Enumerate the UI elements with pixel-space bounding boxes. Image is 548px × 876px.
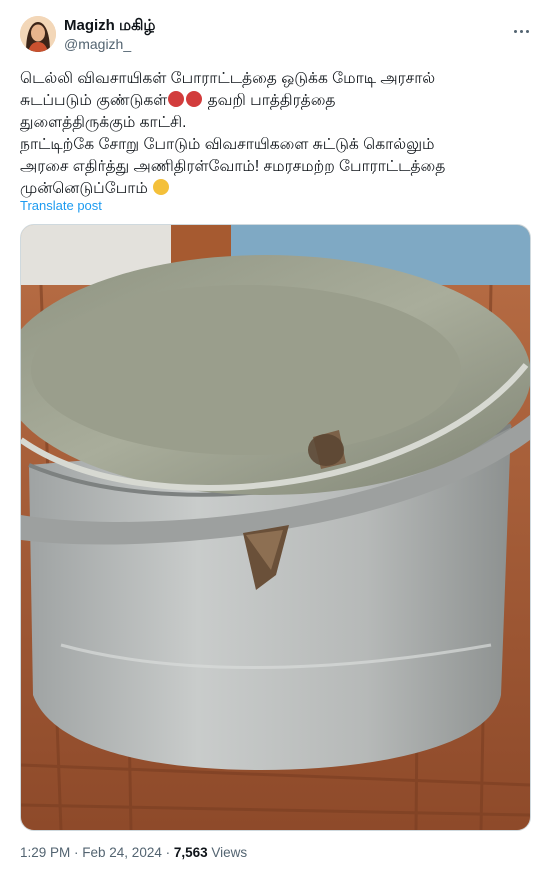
tweet-card: Magizh மகிழ் @magizh_ டெல்லி விவசாயிகள் … [0, 0, 548, 876]
angry-face-icon [168, 91, 185, 107]
tweet-line-4: நாட்டிற்கே சோறு போடும் விவசாயிகளை சுட்டு… [20, 136, 435, 153]
raised-fist-icon [153, 179, 170, 195]
more-options-icon[interactable] [510, 20, 532, 42]
views-label: Views [207, 845, 248, 860]
tweet-line-6: முன்னெடுப்போம் [20, 180, 148, 197]
views-count: 7,563 [173, 845, 208, 860]
display-name[interactable]: Magizh மகிழ் [64, 16, 155, 35]
tweet-line-1: டெல்லி விவசாயிகள் போராட்டத்தை ஒடுக்க மோட… [20, 70, 436, 87]
tweet-line-3: துளைத்திருக்கும் காட்சி. [20, 114, 187, 131]
post-date[interactable]: Feb 24, 2024 [82, 845, 162, 860]
meta-separator: · [161, 845, 174, 860]
meta-separator: · [70, 845, 83, 860]
angry-face-icon [186, 91, 203, 107]
tweet-header: Magizh மகிழ் @magizh_ [20, 14, 532, 58]
tweet-text: டெல்லி விவசாயிகள் போராட்டத்தை ஒடுக்க மோட… [20, 68, 530, 200]
tweet-line-2b: தவறி பாத்திரத்தை [203, 92, 336, 109]
tweet-line-2a: சுடப்படும் குண்டுகள் [20, 92, 168, 109]
translate-post-link[interactable]: Translate post [20, 198, 102, 213]
tweet-meta: 1:29 PM · Feb 24, 2024 · 7,563 Views [20, 845, 247, 860]
post-time[interactable]: 1:29 PM [20, 845, 70, 860]
tweet-line-5: அரசை எதிர்த்து அணிதிரள்வோம்! சமரசமற்ற போ… [20, 158, 446, 175]
tweet-photo[interactable] [20, 224, 531, 831]
user-handle[interactable]: @magizh_ [64, 35, 155, 53]
avatar[interactable] [20, 16, 56, 52]
